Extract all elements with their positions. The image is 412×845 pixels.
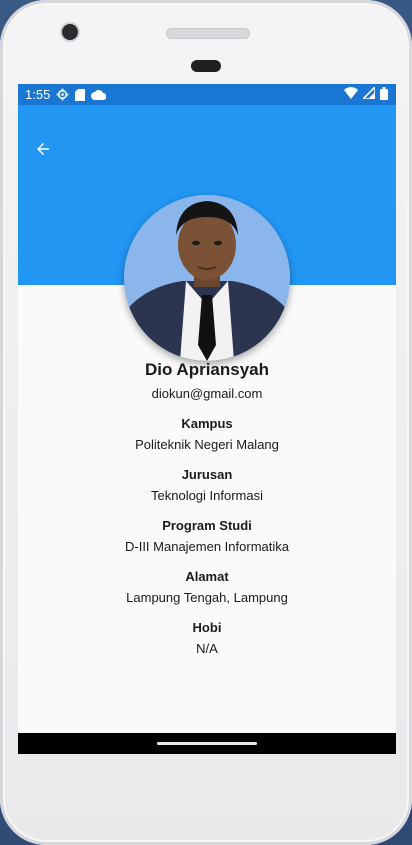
proximity-sensor	[191, 60, 221, 72]
wifi-icon	[344, 87, 358, 102]
profile-email: diokun@gmail.com	[151, 386, 263, 401]
arrow-left-icon	[34, 140, 52, 163]
field-value: D-III Manajemen Informatika	[124, 539, 289, 554]
field-program-studi: Program Studi D-III Manajemen Informatik…	[18, 517, 396, 556]
field-value: Politeknik Negeri Malang	[135, 437, 279, 452]
field-label: Program Studi	[162, 518, 252, 533]
status-bar: 1:55	[18, 84, 396, 105]
profile-photo	[124, 195, 290, 361]
profile-header	[18, 105, 396, 361]
field-value: Lampung Tengah, Lampung	[126, 590, 288, 605]
profile-info: Dio Apriansyah diokun@gmail.com Kampus P…	[18, 359, 396, 658]
status-time: 1:55	[25, 87, 51, 102]
home-gesture-handle[interactable]	[157, 742, 257, 745]
profile-avatar	[124, 195, 290, 361]
settings-icon	[56, 88, 69, 101]
field-label: Alamat	[185, 569, 229, 584]
field-value: Teknologi Informasi	[151, 488, 263, 503]
front-camera	[62, 24, 78, 40]
field-jurusan: Jurusan Teknologi Informasi	[18, 466, 396, 505]
field-alamat: Alamat Lampung Tengah, Lampung	[18, 568, 396, 607]
navigation-bar	[18, 733, 396, 754]
battery-icon	[380, 86, 388, 103]
field-value: N/A	[196, 641, 218, 656]
phone-frame: 1:55 Dio Apriansyah diokun@gmail.com Kam…	[0, 0, 412, 845]
sd-card-icon	[75, 88, 86, 101]
signal-icon	[361, 85, 376, 102]
app-screen: 1:55 Dio Apriansyah diokun@gmail.com Kam…	[18, 84, 396, 754]
profile-name: Dio Apriansyah	[144, 360, 270, 379]
field-hobi: Hobi N/A	[18, 619, 396, 658]
field-kampus: Kampus Politeknik Negeri Malang	[18, 415, 396, 454]
back-button[interactable]	[32, 140, 54, 162]
field-label: Jurusan	[181, 467, 233, 482]
field-label: Kampus	[181, 416, 233, 431]
field-label: Hobi	[192, 620, 222, 635]
status-right-icons	[344, 85, 388, 103]
earpiece-speaker	[166, 28, 250, 39]
cloud-icon	[91, 89, 107, 100]
